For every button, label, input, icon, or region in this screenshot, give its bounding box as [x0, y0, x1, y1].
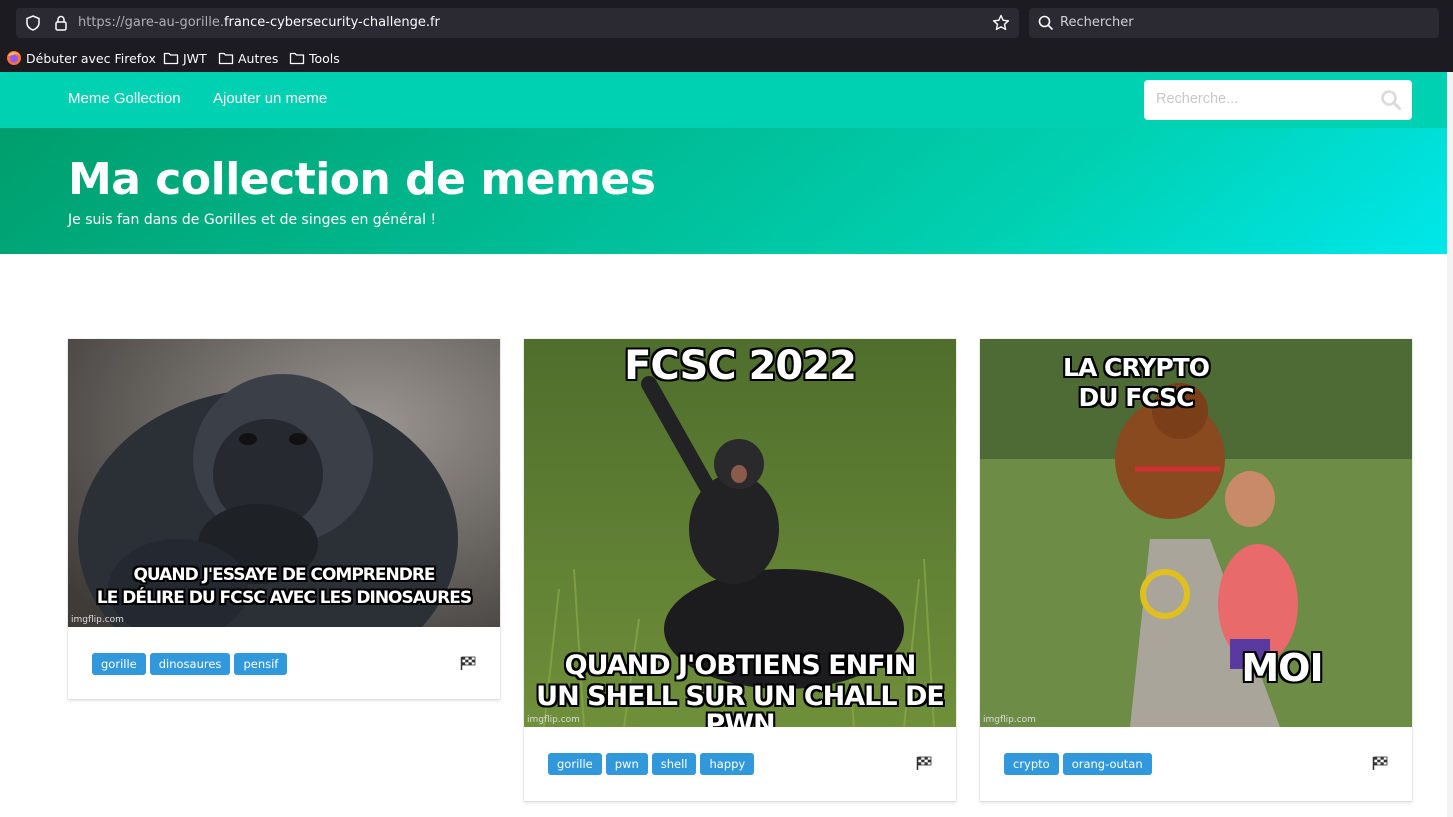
card-footer: gorille dinosaures pensif — [68, 627, 500, 699]
page-subtitle: Je suis fan dans de Gorilles et de singe… — [68, 212, 437, 228]
meme-caption-bottom-2: LE DÉLIRE DU FCSC AVEC LES DINOSAURES — [96, 588, 472, 608]
tag[interactable]: shell — [651, 753, 697, 775]
meme-card[interactable]: LA CRYPTO DU FCSC MOI imgflip.com crypto… — [980, 339, 1412, 801]
meme-image-orangutan-bike[interactable]: LA CRYPTO DU FCSC MOI imgflip.com — [980, 339, 1412, 727]
checkered-flag-icon[interactable] — [916, 756, 932, 770]
meme-caption-side: MOI — [1241, 646, 1323, 690]
bookmark-label: JWT — [183, 50, 207, 66]
card-footer: crypto orang-outan — [980, 727, 1412, 801]
navbar: Meme Gollection Ajouter un meme Recherch… — [0, 72, 1447, 128]
tag[interactable]: gorille — [92, 653, 146, 675]
hero-banner: Ma collection de memes Je suis fan dans … — [0, 128, 1447, 254]
folder-icon — [218, 52, 234, 65]
tag[interactable]: crypto — [1004, 753, 1059, 775]
page-scrollbar[interactable] — [1447, 72, 1453, 817]
browser-search-bar[interactable]: Rechercher — [1029, 8, 1439, 38]
folder-icon — [289, 52, 305, 65]
url-text[interactable]: https://gare-au-gorille.france-cybersecu… — [78, 15, 440, 30]
bookmark-firefox[interactable]: Débuter avec Firefox — [6, 49, 156, 67]
tag[interactable]: gorille — [548, 753, 602, 775]
tag[interactable]: pwn — [605, 753, 648, 775]
tag[interactable]: happy — [700, 753, 755, 775]
browser-search-placeholder: Rechercher — [1060, 15, 1134, 30]
firefox-icon — [7, 51, 21, 65]
bookmark-star-icon[interactable] — [991, 13, 1011, 33]
meme-card[interactable]: QUAND J'ESSAYE DE COMPRENDRE LE DÉLIRE D… — [68, 339, 500, 699]
nav-brand-link[interactable]: Meme Gollection — [68, 90, 181, 107]
meme-watermark: imgflip.com — [983, 715, 1036, 725]
meme-image-thinking-gorilla[interactable]: QUAND J'ESSAYE DE COMPRENDRE LE DÉLIRE D… — [68, 339, 500, 627]
checkered-flag-icon[interactable] — [1372, 756, 1388, 770]
tag-list: gorille pwn shell happy — [548, 753, 755, 775]
meme-caption-bottom-1: QUAND J'ESSAYE DE COMPRENDRE — [133, 565, 435, 585]
meme-image-happy-gorillas[interactable]: FCSC 2022 QUAND J'OBTIENS ENFIN UN SHELL… — [524, 339, 956, 727]
meme-search-input[interactable]: Recherche... — [1144, 80, 1412, 120]
nav-add-meme-link[interactable]: Ajouter un meme — [213, 90, 327, 107]
tag[interactable]: orang-outan — [1062, 753, 1152, 775]
bookmark-label: Débuter avec Firefox — [26, 50, 156, 66]
folder-icon — [163, 52, 179, 65]
checkered-flag-icon[interactable] — [460, 656, 476, 670]
meme-watermark: imgflip.com — [527, 715, 580, 725]
browser-chrome: https://gare-au-gorille.france-cybersecu… — [0, 0, 1453, 72]
bookmark-label: Autres — [238, 50, 279, 66]
meme-card[interactable]: FCSC 2022 QUAND J'OBTIENS ENFIN UN SHELL… — [524, 339, 956, 801]
card-footer: gorille pwn shell happy — [524, 727, 956, 801]
lock-icon[interactable] — [52, 14, 70, 32]
bookmark-autres[interactable]: Autres — [218, 49, 278, 67]
search-placeholder: Recherche... — [1156, 91, 1239, 107]
url-domain: france-cybersecurity-challenge.fr — [223, 15, 440, 30]
meme-caption-bottom-1: QUAND J'OBTIENS ENFIN — [564, 650, 917, 681]
search-icon[interactable] — [1380, 89, 1402, 111]
tag[interactable]: dinosaures — [149, 653, 231, 675]
url-bar[interactable]: https://gare-au-gorille.france-cybersecu… — [16, 8, 1019, 38]
meme-caption-bottom-2: UN SHELL SUR UN CHALL DE PWN — [536, 681, 945, 727]
meme-watermark: imgflip.com — [71, 615, 124, 625]
shield-icon[interactable] — [24, 14, 42, 32]
page-title: Ma collection de memes — [68, 154, 656, 205]
bookmark-jwt[interactable]: JWT — [163, 49, 207, 67]
tag-list: crypto orang-outan — [1004, 753, 1152, 775]
meme-caption-top: FCSC 2022 — [624, 343, 857, 389]
url-prefix: https://gare-au-gorille. — [78, 15, 224, 30]
meme-caption-top-1: LA CRYPTO — [1063, 353, 1210, 382]
search-icon — [1038, 15, 1054, 31]
bookmark-tools[interactable]: Tools — [289, 49, 340, 67]
tag[interactable]: pensif — [234, 653, 288, 675]
meme-caption-top-2: DU FCSC — [1078, 383, 1195, 412]
bookmark-label: Tools — [309, 50, 340, 66]
tag-list: gorille dinosaures pensif — [92, 653, 288, 675]
